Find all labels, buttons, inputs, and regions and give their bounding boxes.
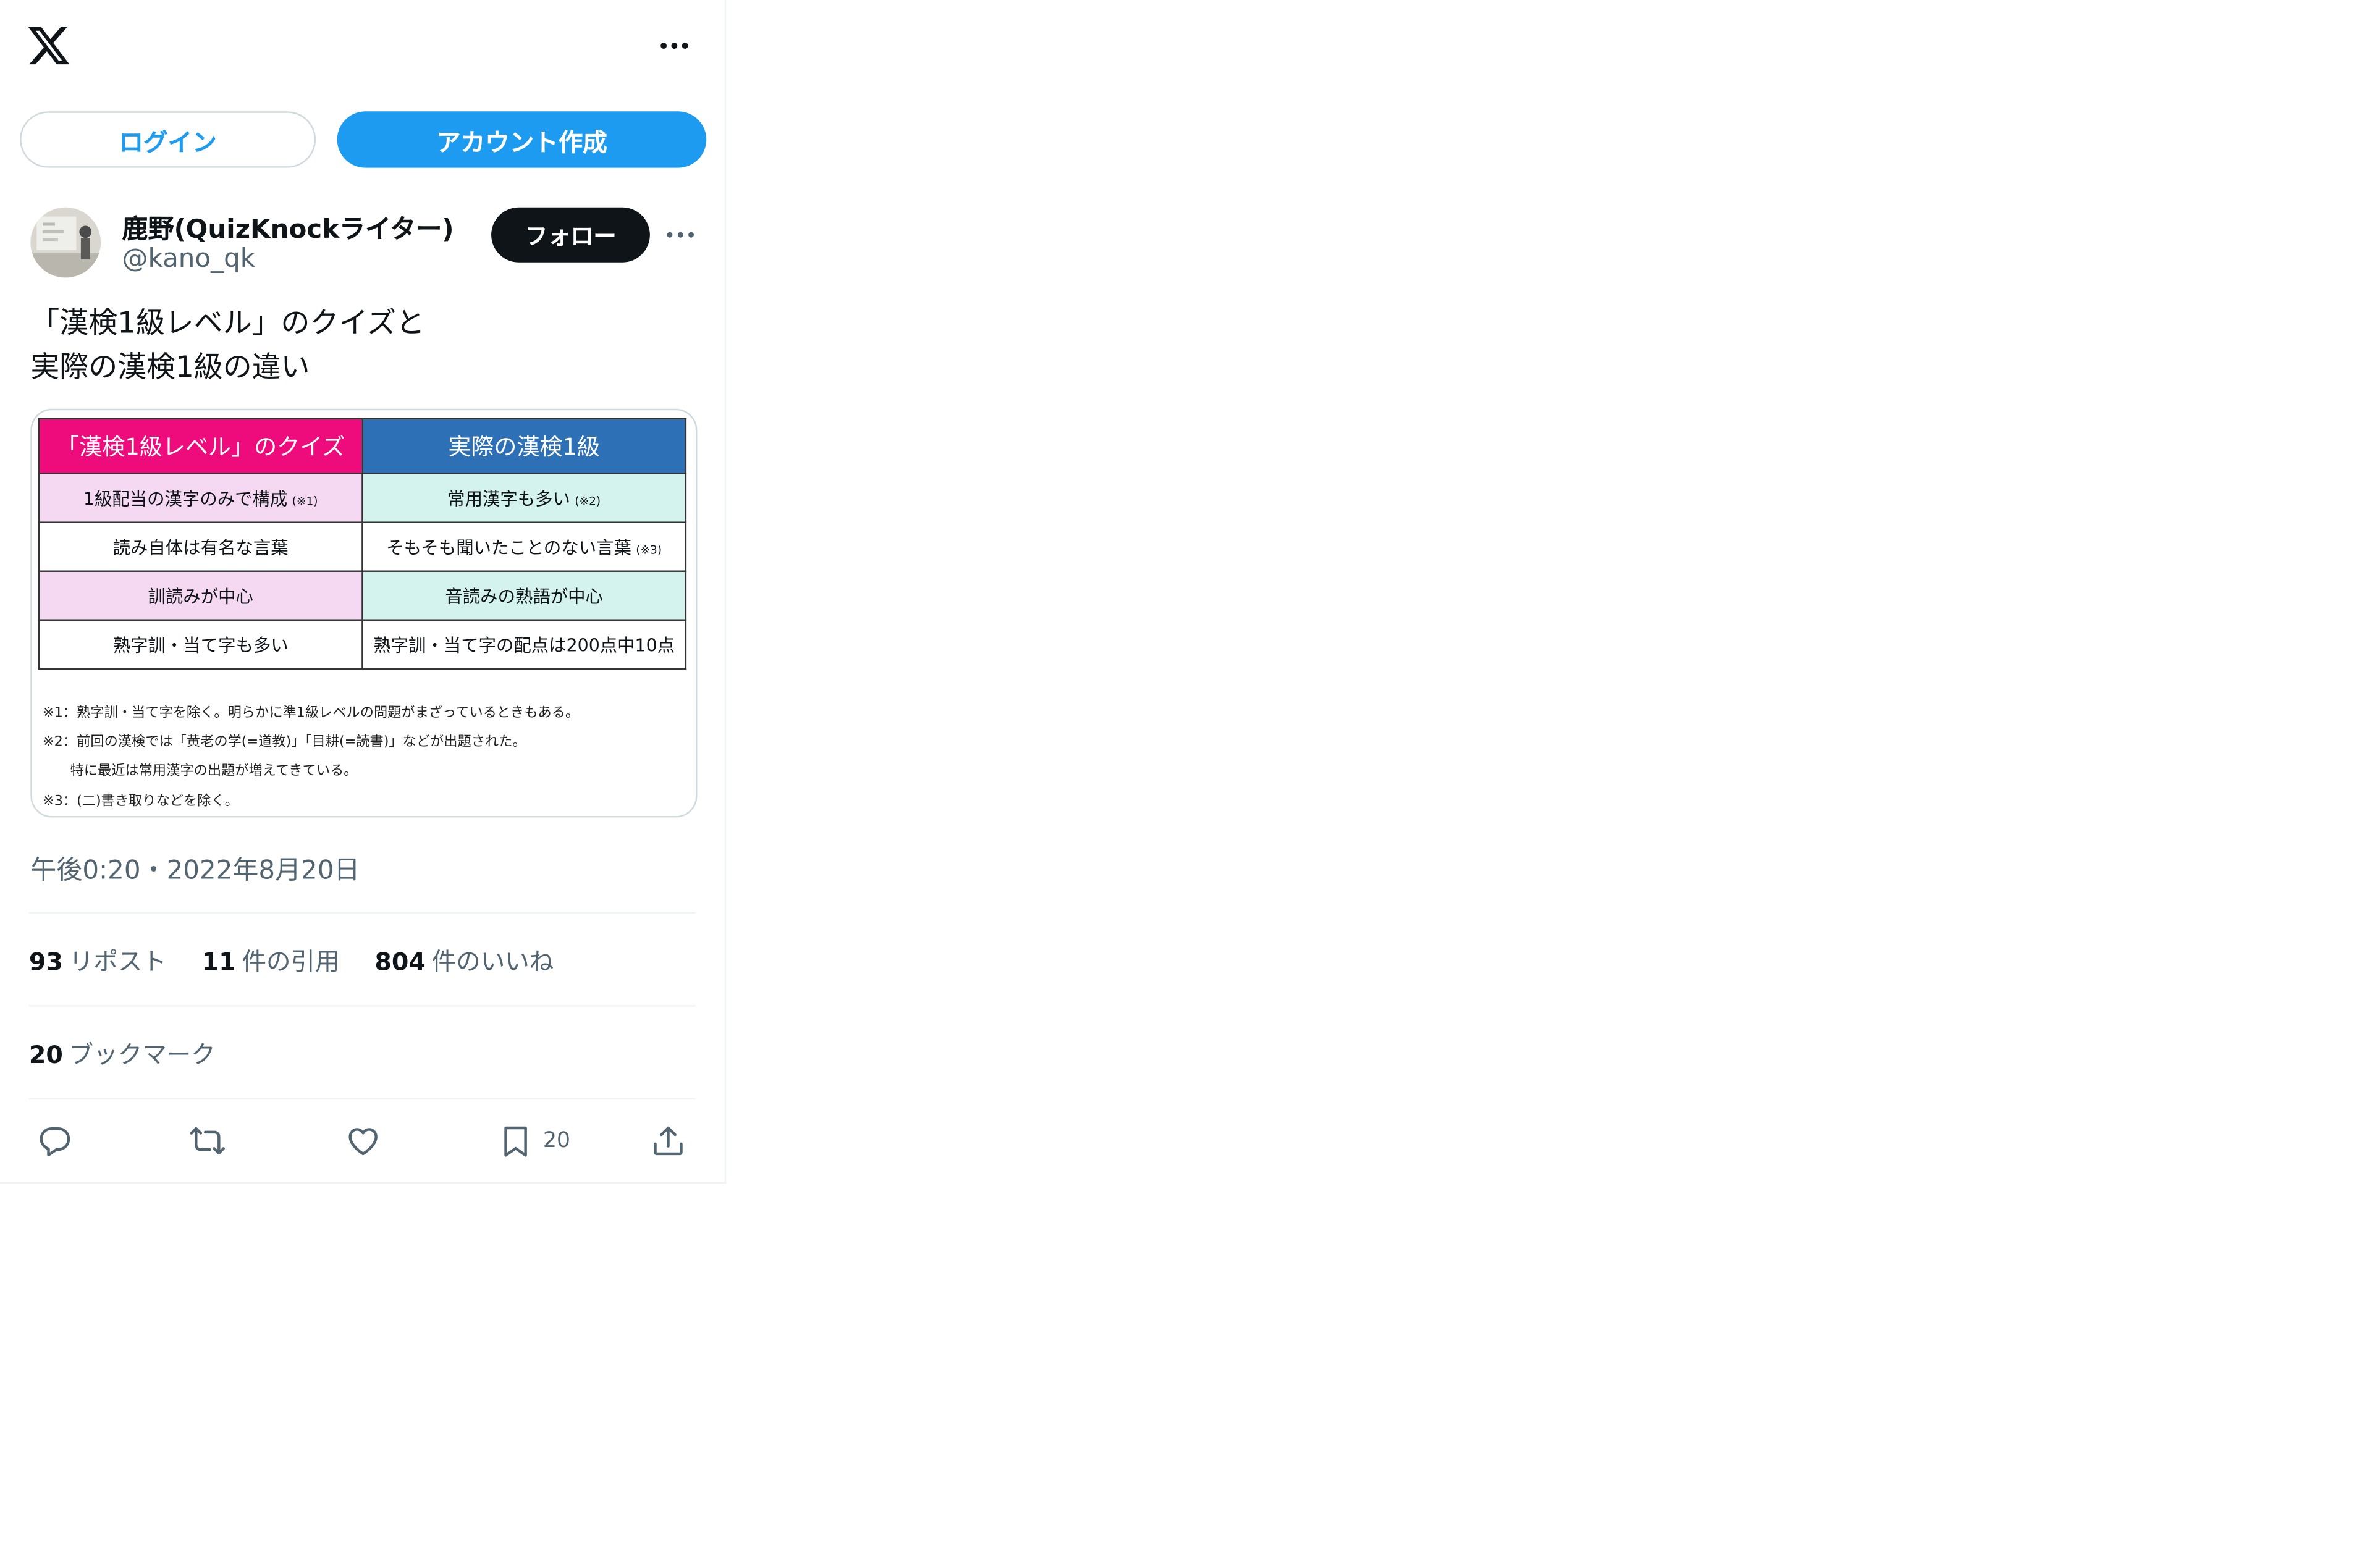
table-row: 訓読みが中心 音読みの熟語が中心 (38, 570, 687, 621)
table-cell: そもそも聞いたことのない言葉 (※3) (361, 521, 687, 572)
bookmark-icon[interactable]: 20 (497, 1116, 570, 1165)
table-row: 読み自体は有名な言葉 そもそも聞いたことのない言葉 (※3) (38, 521, 687, 572)
table-row: 1級配当の漢字のみで構成 (※1) 常用漢字も多い (※2) (38, 473, 687, 523)
table-cell: 熟字訓・当て字も多い (38, 619, 363, 670)
create-account-button[interactable]: アカウント作成 (337, 111, 707, 168)
table-header-left: 「漢検1級レベル」のクイズ (38, 418, 363, 474)
post-card: ログイン アカウント作成 鹿野(QuizKnockライター) @kano_qk … (0, 0, 727, 1184)
note-line: ※1：熟字訓・当て字を除く。明らかに準1級レベルの問題がまざっているときもある。 (43, 706, 580, 721)
top-bar (0, 0, 726, 95)
table-cell: 常用漢字も多い (※2) (361, 473, 687, 523)
login-button[interactable]: ログイン (20, 111, 316, 168)
post-image[interactable]: 「漢検1級レベル」のクイズ 実際の漢検1級 1級配当の漢字のみで構成 (※1) 常… (30, 408, 698, 818)
user-handle[interactable]: @kano_qk (122, 244, 256, 274)
table-cell: 訓読みが中心 (38, 570, 363, 621)
x-logo-icon[interactable] (26, 23, 72, 69)
table-row: 熟字訓・当て字も多い 熟字訓・当て字の配点は200点中10点 (38, 619, 687, 670)
post-text: 「漢検1級レベル」のクイズと 実際の漢検1級の違い (30, 302, 701, 390)
repost-icon[interactable] (189, 1116, 226, 1165)
post-more-icon[interactable] (662, 220, 699, 250)
follow-button[interactable]: フォロー (491, 207, 650, 263)
divider (28, 1098, 696, 1100)
post-text-line: 実際の漢検1級の違い (30, 350, 310, 385)
post-text-line: 「漢検1級レベル」のクイズと (30, 306, 425, 340)
reply-icon[interactable] (36, 1116, 73, 1165)
more-horizontal-icon[interactable] (653, 27, 696, 64)
share-icon[interactable] (650, 1116, 686, 1165)
note-line: ※2：前回の漢検では「黄老の学(=道教)」「目耕(=読書)」などが出題された。 (43, 735, 526, 751)
comparison-table: 「漢検1級レベル」のクイズ 実際の漢検1級 1級配当の漢字のみで構成 (※1) 常… (38, 418, 687, 670)
divider (28, 1005, 696, 1007)
quotes-stat[interactable]: 11 件の引用 (202, 941, 340, 977)
table-cell: 音読みの熟語が中心 (361, 570, 687, 621)
divider (28, 912, 696, 914)
table-cell: 熟字訓・当て字の配点は200点中10点 (361, 619, 687, 670)
engagement-stats: 93 リポスト 11 件の引用 804 件のいいね (29, 941, 554, 977)
note-line: 特に最近は常用漢字の出題が増えてきている。 (43, 765, 358, 780)
bookmark-count: 20 (543, 1129, 571, 1153)
table-notes: ※1：熟字訓・当て字を除く。明らかに準1級レベルの問題がまざっているときもある。… (43, 700, 691, 816)
post-timestamp[interactable]: 午後0:20・2022年8月20日 (30, 848, 360, 886)
note-line: ※3：(二)書き取りなどを除く。 (43, 794, 238, 810)
likes-stat[interactable]: 804 件のいいね (374, 941, 554, 977)
table-cell: 読み自体は有名な言葉 (38, 521, 363, 572)
avatar[interactable] (30, 207, 101, 278)
bookmarks-stat: 20 ブックマーク (28, 1040, 216, 1069)
reposts-stat[interactable]: 93 リポスト (29, 941, 167, 977)
heart-icon[interactable] (345, 1116, 381, 1165)
action-bar: 20 (29, 1116, 696, 1165)
display-name[interactable]: 鹿野(QuizKnockライター) (122, 208, 454, 245)
table-cell: 1級配当の漢字のみで構成 (※1) (38, 473, 363, 523)
table-header-right: 実際の漢検1級 (361, 418, 687, 474)
